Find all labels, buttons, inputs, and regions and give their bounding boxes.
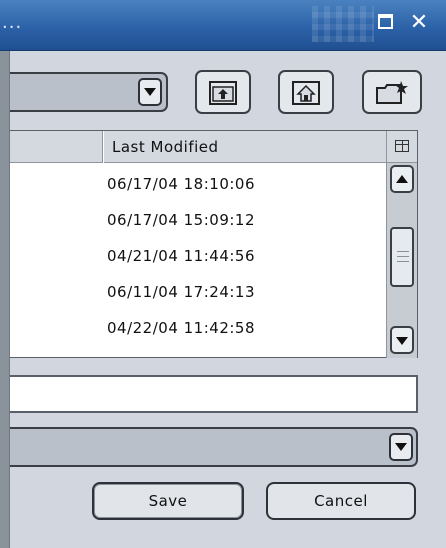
column-chooser-icon [395, 140, 409, 152]
file-list[interactable]: Last Modified 06/17/04 18:10:06 06/17/04… [10, 130, 418, 358]
title-bar[interactable]: ... ✕ [0, 0, 446, 51]
cancel-button[interactable]: Cancel [266, 482, 416, 520]
list-item[interactable]: 04/21/04 11:44:56 [107, 239, 255, 273]
list-item[interactable]: 04/22/04 11:42:58 [107, 311, 255, 345]
home-folder-icon [292, 81, 320, 105]
new-folder-button[interactable] [362, 70, 422, 114]
maximize-icon[interactable] [378, 14, 393, 29]
column-chooser-button[interactable] [386, 131, 417, 163]
scroll-grip [397, 261, 409, 262]
scroll-grip [397, 251, 409, 252]
vertical-scrollbar[interactable] [386, 163, 417, 358]
up-folder-button[interactable] [195, 70, 251, 114]
title-bar-texture [312, 6, 374, 42]
home-folder-button[interactable] [278, 70, 334, 114]
window-title: ... [2, 12, 23, 33]
column-header-last-modified[interactable]: Last Modified [104, 131, 386, 163]
scroll-thumb[interactable] [390, 227, 414, 287]
scroll-grip [397, 256, 409, 257]
close-icon[interactable]: ✕ [408, 12, 430, 34]
save-button[interactable]: Save [92, 482, 244, 520]
look-in-combo[interactable] [10, 72, 168, 112]
scroll-up-arrow-icon[interactable] [390, 165, 414, 193]
list-item[interactable]: 06/17/04 15:09:12 [107, 203, 255, 237]
list-item[interactable]: 06/11/04 17:24:13 [107, 275, 255, 309]
column-header-name[interactable] [10, 131, 103, 163]
window-left-edge [0, 51, 10, 548]
list-item[interactable]: 06/17/04 18:10:06 [107, 167, 255, 201]
look-in-dropdown-arrow-icon[interactable] [138, 78, 162, 106]
up-folder-icon [209, 81, 237, 105]
file-type-combo[interactable] [10, 427, 418, 467]
scroll-down-arrow-icon[interactable] [390, 326, 414, 354]
file-type-dropdown-arrow-icon[interactable] [389, 433, 413, 461]
file-name-field[interactable] [10, 375, 418, 413]
new-folder-icon [376, 81, 408, 104]
